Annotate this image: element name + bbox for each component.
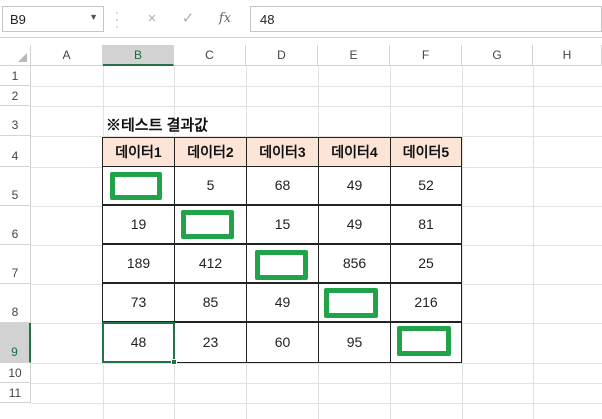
column-header-h[interactable]: H — [533, 45, 602, 66]
column-header-e[interactable]: E — [318, 45, 390, 66]
row-header-9[interactable]: 9 — [0, 323, 31, 363]
row-header-2[interactable]: 2 — [0, 86, 31, 106]
highlight-marker — [397, 326, 451, 356]
grid-line — [31, 403, 602, 404]
drag-handle-icon[interactable]: · · · — [114, 6, 120, 32]
name-box-value: B9 — [10, 12, 26, 27]
insert-function-icon[interactable]: fx — [214, 8, 236, 30]
table-cell-d5[interactable]: 68 — [246, 166, 319, 205]
table-cell-d8[interactable]: 49 — [246, 283, 319, 322]
grid-line — [31, 363, 602, 364]
table-header-3[interactable]: 데이터3 — [246, 137, 319, 167]
row-header-1[interactable]: 1 — [0, 66, 31, 86]
table-cell-b6[interactable]: 19 — [102, 205, 175, 244]
table-cell-f6[interactable]: 81 — [390, 205, 462, 244]
table-header-4[interactable]: 데이터4 — [318, 137, 391, 167]
sheet-title: ※테스트 결과값 — [106, 117, 208, 134]
column-header-g[interactable]: G — [462, 45, 533, 66]
highlight-marker — [110, 172, 162, 200]
active-cell-border — [102, 322, 175, 363]
table-cell-b8[interactable]: 73 — [102, 283, 175, 322]
row-header-6[interactable]: 6 — [0, 206, 31, 245]
column-header-c[interactable]: C — [174, 45, 246, 66]
cancel-icon[interactable]: × — [141, 8, 163, 30]
row-header-10[interactable]: 10 — [0, 363, 31, 383]
row-header-5[interactable]: 5 — [0, 167, 31, 206]
row-header-11[interactable]: 11 — [0, 383, 31, 403]
formula-value: 48 — [260, 12, 275, 27]
fill-handle[interactable] — [171, 359, 177, 365]
row-header-3[interactable]: 3 — [0, 106, 31, 136]
table-cell-f7[interactable]: 25 — [390, 244, 462, 283]
table-header-2[interactable]: 데이터2 — [174, 137, 247, 167]
column-header-b[interactable]: B — [103, 45, 174, 66]
grid-line — [533, 66, 534, 419]
enter-icon[interactable]: ✓ — [177, 8, 199, 30]
highlight-marker — [324, 288, 378, 318]
table-cell-f8[interactable]: 216 — [390, 283, 462, 322]
grid-line — [462, 66, 463, 419]
table-cell-d9[interactable]: 60 — [246, 322, 319, 363]
highlight-marker — [181, 210, 234, 239]
table-cell-c5[interactable]: 5 — [174, 166, 247, 205]
grid-line — [31, 106, 602, 107]
row-header-4[interactable]: 4 — [0, 136, 31, 167]
column-header-f[interactable]: F — [390, 45, 462, 66]
grid-line — [31, 383, 602, 384]
table-cell-e7[interactable]: 856 — [318, 244, 391, 283]
table-cell-e6[interactable]: 49 — [318, 205, 391, 244]
select-all-icon — [18, 53, 27, 62]
column-header-d[interactable]: D — [246, 45, 318, 66]
name-box[interactable]: B9 ▼ — [2, 6, 104, 32]
chevron-down-icon[interactable]: ▼ — [89, 12, 98, 22]
select-all-button[interactable] — [0, 45, 31, 66]
table-cell-d6[interactable]: 15 — [246, 205, 319, 244]
table-header-1[interactable]: 데이터1 — [102, 137, 175, 167]
formula-bar: B9 ▼ · · · × ✓ fx 48 — [0, 0, 602, 38]
table-cell-f5[interactable]: 52 — [390, 166, 462, 205]
table-cell-c9[interactable]: 23 — [174, 322, 247, 363]
column-header-a[interactable]: A — [31, 45, 103, 66]
highlight-marker — [255, 250, 308, 280]
table-cell-e9[interactable]: 95 — [318, 322, 391, 363]
table-header-5[interactable]: 데이터5 — [390, 137, 462, 167]
table-cell-c8[interactable]: 85 — [174, 283, 247, 322]
formula-input[interactable]: 48 — [250, 6, 602, 32]
table-cell-b7[interactable]: 189 — [102, 244, 175, 283]
row-header-8[interactable]: 8 — [0, 284, 31, 323]
grid-line — [31, 86, 602, 87]
table-cell-e5[interactable]: 49 — [318, 166, 391, 205]
row-header-7[interactable]: 7 — [0, 245, 31, 284]
table-cell-c7[interactable]: 412 — [174, 244, 247, 283]
